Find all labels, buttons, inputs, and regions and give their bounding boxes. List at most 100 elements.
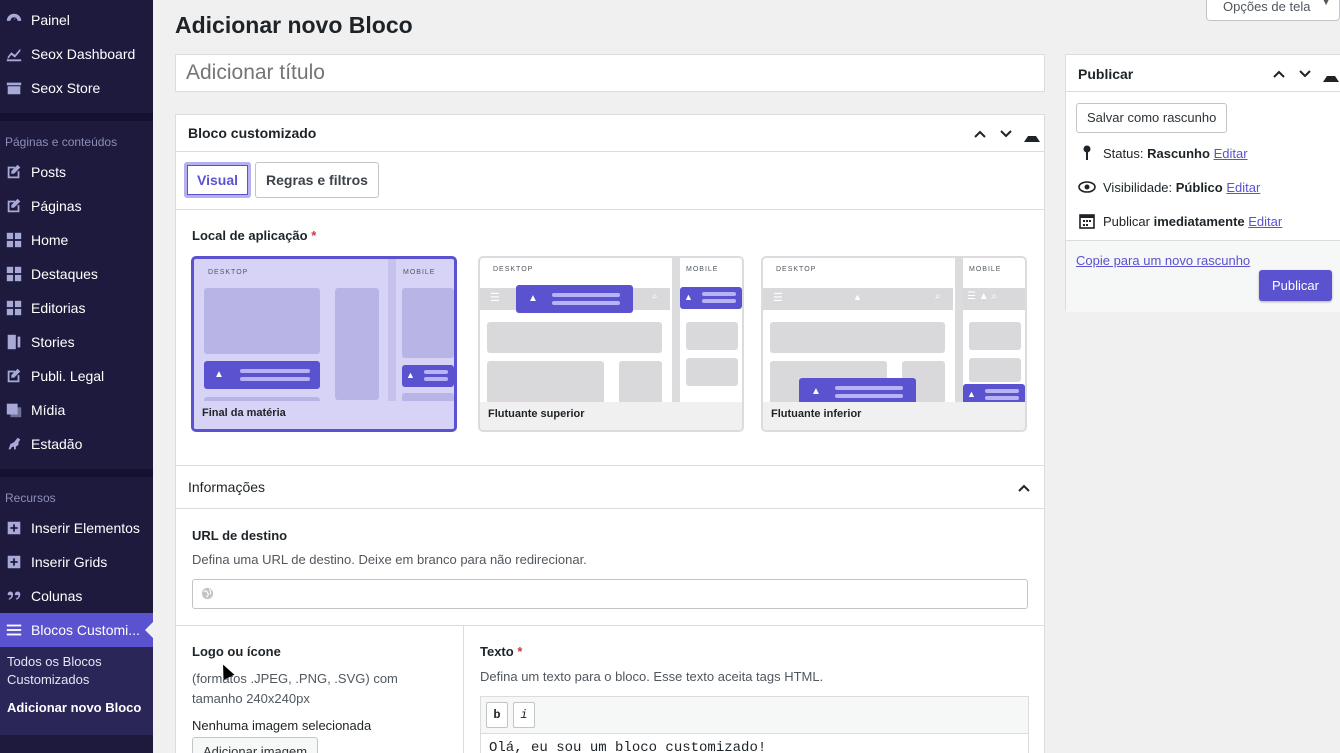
sidebar-item-label: Home xyxy=(31,232,69,248)
edit-icon xyxy=(4,196,24,216)
editor-toolbar: b i xyxy=(481,697,1028,734)
grid-icon xyxy=(4,298,24,318)
sidebar-item-publi-legal[interactable]: Publi. Legal xyxy=(0,359,153,393)
sidebar-item-m-dia[interactable]: Mídia xyxy=(0,393,153,427)
calendar-icon xyxy=(1077,211,1097,231)
copy-draft-link[interactable]: Copie para um novo rascunho xyxy=(1076,253,1250,268)
submenu-blocks: Todos os Blocos Customizados Adicionar n… xyxy=(0,647,153,735)
publish-button[interactable]: Publicar xyxy=(1259,270,1332,301)
screen-options-button[interactable]: Opções de tela ▼ xyxy=(1206,0,1340,21)
sidebar-item-label: Blocos Customi... xyxy=(31,622,140,638)
tab-visual[interactable]: Visual xyxy=(184,162,251,198)
url-description: Defina uma URL de destino. Deixe em bran… xyxy=(192,552,587,567)
sidebar-item-seox-dashboard[interactable]: Seox Dashboard xyxy=(0,37,153,71)
card-caption: Flutuante inferior xyxy=(763,402,1025,430)
logo-empty-text: Nenhuma imagem selecionada xyxy=(192,718,372,733)
desktop-mobile-divider xyxy=(672,258,680,406)
placeholder-block xyxy=(487,322,662,353)
column-divider xyxy=(463,626,464,753)
sidebar-item-p-ginas[interactable]: Páginas xyxy=(0,189,153,223)
menu-separator xyxy=(0,113,153,121)
pin-icon xyxy=(1077,143,1097,163)
screen-options-label: Opções de tela xyxy=(1223,0,1311,14)
publish-value: imediatamente xyxy=(1153,213,1245,229)
card-caption: Final da matéria xyxy=(194,401,454,429)
mobile-label: MOBILE xyxy=(403,269,436,276)
sidebar-item-stories[interactable]: Stories xyxy=(0,325,153,359)
sidebar-item-painel[interactable]: Painel xyxy=(0,3,153,37)
dashboard-icon xyxy=(4,10,24,30)
custom-block-box: Bloco customizado Visual Regras e filtro… xyxy=(175,114,1045,753)
sidebar-item-label: Publi. Legal xyxy=(31,368,105,384)
publish-label: Publicar xyxy=(1103,213,1150,229)
sidebar-item-label: Seox Store xyxy=(31,80,101,96)
edit-status-link[interactable]: Editar xyxy=(1214,146,1248,161)
placement-card-end-of-article[interactable]: DESKTOP MOBILE ▲ ▲ Final da matéria xyxy=(191,256,457,432)
sidebar-item-posts[interactable]: Posts xyxy=(0,155,153,189)
sidebar-item-estad-o[interactable]: Estadão xyxy=(0,427,153,461)
sidebar-item-label: Destaques xyxy=(31,266,98,282)
sidebar-item-seox-store[interactable]: Seox Store xyxy=(0,71,153,105)
sidebar-item-label: Stories xyxy=(31,334,75,350)
visibility-value: Público xyxy=(1175,179,1223,195)
italic-button[interactable]: i xyxy=(513,702,535,728)
sidebar-item-blocos-customi[interactable]: Blocos Customi... xyxy=(0,613,153,647)
info-section-header[interactable]: Informações xyxy=(176,465,1044,509)
sidebar-item-home[interactable]: Home xyxy=(0,223,153,257)
chart-icon xyxy=(4,44,24,64)
add-image-button[interactable]: Adicionar imagem xyxy=(192,737,319,753)
placeholder-block xyxy=(619,361,662,406)
collapse-toggle-icon[interactable] xyxy=(1323,66,1339,82)
placement-card-floating-top[interactable]: DESKTOP MOBILE ☰ ⌕ ▲ ▲ Flutuante superio… xyxy=(478,256,744,432)
chevron-down-icon[interactable] xyxy=(1297,66,1313,82)
sidebar-item-colunas[interactable]: Colunas xyxy=(0,579,153,613)
tab-rules-filters[interactable]: Regras e filtros xyxy=(255,162,379,198)
desktop-label: DESKTOP xyxy=(493,266,534,273)
mobile-label: MOBILE xyxy=(686,266,719,273)
horse-icon xyxy=(4,434,24,454)
grid-icon xyxy=(4,264,24,284)
eye-icon xyxy=(1077,177,1097,197)
mobile-label: MOBILE xyxy=(969,266,1002,273)
sidebar-item-destaques[interactable]: Destaques xyxy=(0,257,153,291)
bold-button[interactable]: b xyxy=(486,702,508,728)
chevron-up-icon[interactable] xyxy=(972,126,988,142)
text-editor-area[interactable]: Olá, eu sou um bloco customizado! xyxy=(481,734,1028,753)
edit-icon xyxy=(4,366,24,386)
placeholder-block xyxy=(204,288,320,354)
chevron-up-icon[interactable] xyxy=(1016,480,1032,496)
title-input[interactable] xyxy=(175,54,1045,92)
visibility-row: Visibilidade: Público Editar xyxy=(1077,177,1260,197)
mobile-top-bar: ☰ ▲ ⌕ xyxy=(963,288,1025,310)
url-input[interactable] xyxy=(192,579,1028,609)
text-description: Defina um texto para o bloco. Esse texto… xyxy=(480,669,824,684)
tabs: Visual Regras e filtros xyxy=(184,162,379,198)
caret-down-icon: ▼ xyxy=(1321,0,1331,8)
sidebar-item-inserir-grids[interactable]: Inserir Grids xyxy=(0,545,153,579)
edit-visibility-link[interactable]: Editar xyxy=(1226,180,1260,195)
store-icon xyxy=(4,78,24,98)
url-label: URL de destino xyxy=(192,528,288,543)
card-caption: Flutuante superior xyxy=(480,402,742,430)
sidebar-item-label: Estadão xyxy=(31,436,83,452)
box-header: Bloco customizado xyxy=(176,115,1044,152)
chevron-down-icon[interactable] xyxy=(998,126,1014,142)
collapse-toggle-icon[interactable] xyxy=(1024,126,1040,142)
plus-box-icon xyxy=(4,552,24,572)
submenu-item-add-block[interactable]: Adicionar novo Bloco xyxy=(7,699,153,717)
sidebar-item-label: Mídia xyxy=(31,402,66,418)
desktop-mobile-divider xyxy=(955,258,963,406)
text-label-text: Texto xyxy=(480,644,514,659)
sidebar-item-editorias[interactable]: Editorias xyxy=(0,291,153,325)
box-title: Bloco customizado xyxy=(188,125,317,141)
text-editor: b i Olá, eu sou um bloco customizado! xyxy=(480,696,1029,753)
text-label: Texto * xyxy=(480,644,522,659)
submenu-item-all-blocks[interactable]: Todos os Blocos Customizados xyxy=(7,653,153,689)
placement-card-floating-bottom[interactable]: DESKTOP MOBILE ☰ ▲ ⌕ ▲ ☰ ▲ ⌕ ▲ Flutuante… xyxy=(761,256,1027,432)
sidebar-item-inserir-elementos[interactable]: Inserir Elementos xyxy=(0,511,153,545)
save-draft-button[interactable]: Salvar como rascunho xyxy=(1076,103,1228,133)
placeholder-block xyxy=(487,361,604,406)
chevron-up-icon[interactable] xyxy=(1271,66,1287,82)
plus-box-icon xyxy=(4,518,24,538)
edit-schedule-link[interactable]: Editar xyxy=(1248,214,1282,229)
